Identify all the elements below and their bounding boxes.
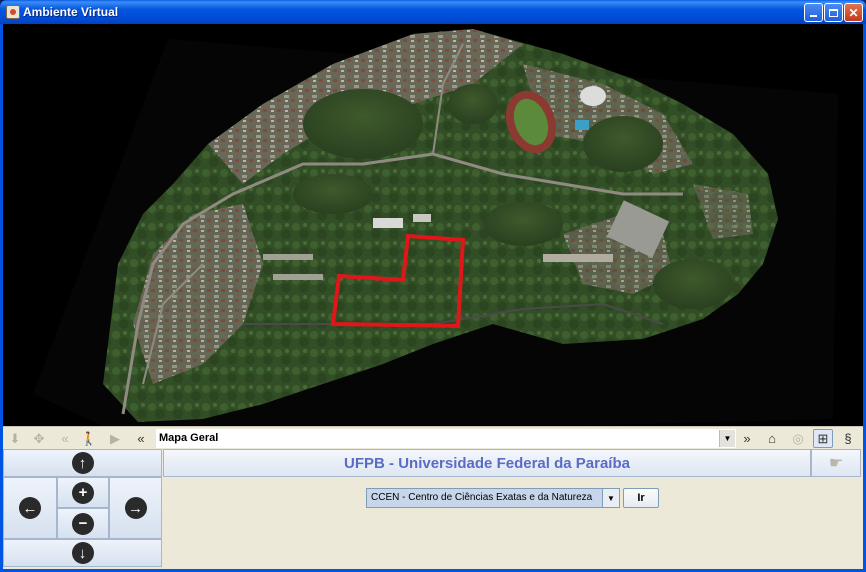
pan-right-button[interactable]: → [109, 477, 162, 539]
back-icon[interactable]: « [55, 429, 75, 448]
arrow-left-icon: ← [19, 497, 41, 519]
maximize-icon [829, 8, 838, 17]
app-window: Ambiente Virtual ✕ ⬇ ✥ « 🚶 ▶ « Mapa Gera… [0, 0, 866, 572]
location-combo[interactable]: Mapa Geral ▼ [156, 429, 736, 448]
navigation-toolbar: ⬇ ✥ « 🚶 ▶ « Mapa Geral ▼ » ⌂ ◎ ⊞ § [3, 426, 863, 449]
arrow-down-circle-icon: ↓ [71, 542, 94, 564]
minimize-button[interactable] [804, 3, 823, 22]
pan-up-button[interactable]: ↑ [3, 449, 162, 477]
close-button[interactable]: ✕ [844, 3, 863, 22]
double-chevron-left-icon[interactable]: « [131, 429, 151, 448]
map-viewport[interactable] [3, 24, 863, 426]
arrow-down-icon[interactable]: ⬇ [5, 429, 25, 448]
java-app-icon [6, 5, 20, 19]
university-title: UFPB - Universidade Federal da Paraíba [344, 454, 630, 472]
title-bar[interactable]: Ambiente Virtual ✕ [0, 0, 866, 24]
zoom-out-button[interactable]: − [57, 508, 109, 539]
chevron-down-icon[interactable]: ▼ [602, 489, 619, 507]
center-select[interactable]: CCEN - Centro de Ciências Exatas e da Na… [366, 488, 620, 508]
dropdown-arrow-icon[interactable]: ▼ [719, 430, 735, 447]
window-title: Ambiente Virtual [23, 5, 119, 19]
minimize-icon [810, 15, 817, 17]
minus-icon: − [72, 512, 94, 535]
switch-icon[interactable]: § [838, 429, 858, 448]
double-chevron-right-icon[interactable]: » [737, 429, 757, 448]
binoculars-icon[interactable]: ◎ [788, 429, 808, 448]
arrow-up-icon: ↑ [71, 452, 94, 474]
plus-icon: + [72, 481, 94, 504]
walk-icon[interactable]: 🚶 [79, 429, 99, 448]
info-button[interactable]: ☛ [811, 449, 861, 477]
move-icon[interactable]: ✥ [29, 429, 49, 448]
pan-left-button[interactable]: ← [3, 477, 57, 539]
home-icon[interactable]: ⌂ [762, 429, 782, 448]
arrow-right-icon: → [124, 497, 147, 519]
window-content: ⬇ ✥ « 🚶 ▶ « Mapa Geral ▼ » ⌂ ◎ ⊞ § ↑ ← +… [3, 24, 863, 569]
zoom-in-button[interactable]: + [57, 477, 109, 508]
university-header: UFPB - Universidade Federal da Paraíba [163, 449, 811, 477]
location-value: Mapa Geral [159, 432, 219, 444]
play-icon[interactable]: ▶ [105, 429, 125, 448]
hand-pointer-icon: ☛ [828, 455, 844, 472]
center-select-value: CCEN - Centro de Ciências Exatas e da Na… [371, 492, 593, 503]
maximize-button[interactable] [824, 3, 843, 22]
pan-down-button[interactable]: ↓ [3, 539, 162, 567]
bottom-panel: ↑ ← + − → ↓ UFPB - Universidade Federal … [3, 449, 863, 569]
aerial-campus-map [33, 29, 838, 426]
fit-view-icon[interactable]: ⊞ [813, 429, 833, 448]
close-icon: ✕ [848, 5, 859, 20]
go-button[interactable]: Ir [623, 488, 659, 508]
